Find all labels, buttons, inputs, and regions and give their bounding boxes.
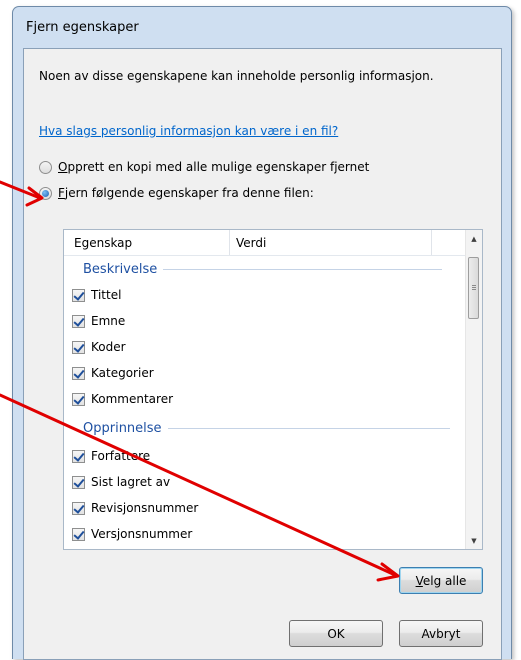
scrollbar-thumb[interactable] [468,257,479,319]
ok-button[interactable]: OK [289,620,383,647]
checkbox-checked[interactable] [72,366,85,380]
scroll-up-arrow-icon[interactable]: ▲ [466,230,482,247]
list-item[interactable]: Sist lagret av [72,475,170,489]
dialog-window: Fjern egenskaper Noen av disse egenskape… [12,6,512,660]
vertical-scrollbar[interactable]: ▲ ▼ [465,230,482,549]
checkbox-checked[interactable] [72,288,85,302]
list-item[interactable]: Emne [72,314,125,328]
group-divider [167,428,450,429]
dialog-body: Noen av disse egenskapene kan inneholde … [23,48,502,660]
checkbox-checked[interactable] [72,392,85,406]
scroll-down-arrow-icon[interactable]: ▼ [466,532,482,549]
radio-remove-properties[interactable]: Fjern følgende egenskaper fra denne file… [39,186,314,200]
column-separator[interactable] [229,230,230,255]
dialog-title: Fjern egenskaper [26,20,139,35]
radio-remove-properties-label: Fjern følgende egenskaper fra denne file… [58,186,314,200]
checkbox-checked[interactable] [72,340,85,354]
radio-button-unchecked[interactable] [39,160,52,174]
column-header-property[interactable]: Egenskap [74,236,132,250]
grip-line [472,289,476,290]
column-header-value[interactable]: Verdi [236,236,266,250]
title-bar[interactable]: Fjern egenskaper [13,7,511,47]
radio-create-copy[interactable]: Opprett en kopi med alle mulige egenskap… [39,160,369,174]
properties-list[interactable]: Egenskap Verdi Beskrivelse Tittel Emne K… [63,229,483,550]
select-all-button[interactable]: Velg alle [399,567,483,594]
grip-line [472,287,476,288]
list-header: Egenskap Verdi [64,230,468,256]
grip-line [472,285,476,286]
list-item[interactable]: Kategorier [72,366,154,380]
checkbox-checked[interactable] [72,501,85,515]
checkbox-checked[interactable] [72,314,85,328]
list-item[interactable]: Kommentarer [72,392,173,406]
radio-button-checked[interactable] [39,186,52,200]
list-item[interactable]: Tittel [72,288,121,302]
column-separator[interactable] [431,230,432,255]
group-header-origin: Opprinnelse [83,421,450,436]
list-item[interactable]: Koder [72,340,126,354]
list-item[interactable]: Forfattere [72,449,150,463]
group-divider [163,269,443,270]
checkbox-checked[interactable] [72,449,85,463]
radio-create-copy-label: Opprett en kopi med alle mulige egenskap… [58,160,370,174]
list-item[interactable]: Versjonsnummer [72,527,192,541]
description-text: Noen av disse egenskapene kan inneholde … [39,69,434,83]
list-item[interactable]: Revisjonsnummer [72,501,198,515]
checkbox-checked[interactable] [72,527,85,541]
group-header-description: Beskrivelse [83,262,443,277]
help-link[interactable]: Hva slags personlig informasjon kan være… [39,124,338,138]
cancel-button[interactable]: Avbryt [399,620,483,647]
checkbox-checked[interactable] [72,475,85,489]
